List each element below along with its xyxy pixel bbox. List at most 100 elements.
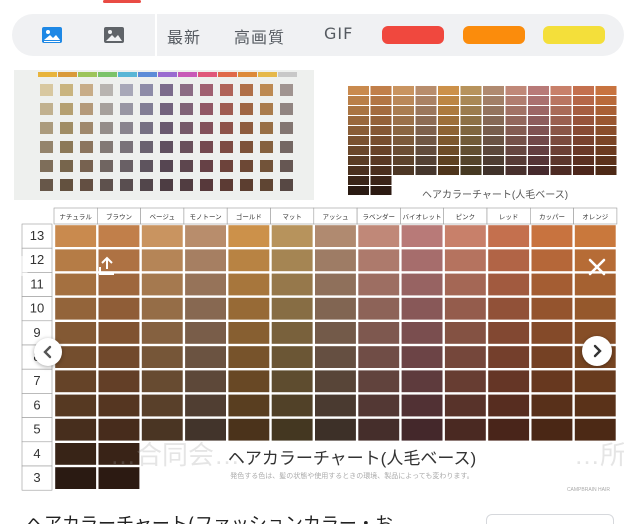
color-filter-red[interactable] bbox=[382, 26, 444, 44]
image-type-all-icon[interactable] bbox=[42, 27, 62, 43]
thumbnail-swatch bbox=[260, 160, 273, 172]
thumbnail-swatch bbox=[180, 179, 193, 191]
color-swatch-cell bbox=[531, 249, 573, 272]
thumbnail-swatch bbox=[120, 84, 133, 96]
thumbnail-swatch bbox=[80, 84, 93, 96]
thumbnail-swatch bbox=[258, 72, 277, 77]
thumbnail-swatch bbox=[120, 122, 133, 134]
row-header-label: 13 bbox=[30, 228, 44, 243]
color-swatch-cell bbox=[574, 370, 616, 393]
thumbnail-swatch bbox=[460, 166, 482, 175]
row-header-label: 4 bbox=[33, 446, 40, 461]
thumbnail-swatch bbox=[260, 84, 273, 96]
color-swatch-cell bbox=[315, 225, 356, 247]
color-swatch-cell bbox=[228, 370, 270, 393]
share-button[interactable] bbox=[92, 252, 122, 280]
thumbnail-swatch bbox=[595, 166, 617, 175]
thumbnail-swatch bbox=[460, 96, 482, 105]
thumbnail-swatch bbox=[505, 96, 527, 105]
thumbnail-swatch bbox=[120, 160, 133, 172]
color-swatch-cell bbox=[55, 273, 97, 296]
thumbnail-swatch bbox=[160, 84, 173, 96]
image-type-photo-icon[interactable] bbox=[104, 27, 124, 43]
color-filter-yellow[interactable] bbox=[543, 26, 605, 44]
visit-site-button[interactable] bbox=[486, 514, 614, 524]
thumbnail-swatch bbox=[550, 96, 572, 105]
thumbnail-swatch bbox=[573, 106, 594, 115]
thumbnail-swatch bbox=[415, 126, 437, 135]
thumbnail-swatch bbox=[348, 176, 369, 185]
color-swatch-cell bbox=[141, 370, 183, 393]
previous-image-button[interactable] bbox=[34, 338, 62, 366]
color-swatch-cell bbox=[444, 418, 486, 441]
color-swatch-cell bbox=[228, 273, 270, 296]
thumbnail-swatch bbox=[60, 141, 73, 153]
filter-gif[interactable]: GIF bbox=[324, 24, 353, 43]
thumbnail-swatch bbox=[595, 136, 617, 145]
thumbnail-swatch bbox=[138, 72, 157, 77]
thumbnail-swatch bbox=[370, 176, 392, 185]
color-swatch-cell bbox=[98, 297, 140, 320]
thumbnail-swatch bbox=[178, 72, 197, 77]
thumbnail-swatch bbox=[483, 106, 504, 115]
color-swatch-cell bbox=[401, 273, 443, 296]
thumbnail-swatch bbox=[460, 136, 482, 145]
thumbnail-swatch bbox=[370, 106, 392, 115]
result-thumbnail[interactable]: ヘアカラーチャート(人毛ベース) bbox=[326, 72, 626, 200]
thumbnail-swatch bbox=[78, 72, 97, 77]
color-swatch-cell bbox=[358, 273, 400, 296]
filter-latest[interactable]: 最新 bbox=[167, 24, 201, 48]
row-header-label: 12 bbox=[30, 252, 44, 267]
color-swatch-cell bbox=[444, 370, 486, 393]
color-swatch-cell bbox=[185, 370, 226, 393]
image-viewer: ナチュラル ブラウン ベージュ モノトーン ゴールド マット アッシュ ラベンダー バイオレット… bbox=[14, 202, 624, 494]
color-swatch-cell bbox=[141, 346, 183, 368]
color-swatch-cell bbox=[315, 297, 356, 320]
thumbnail-swatch bbox=[40, 179, 53, 191]
thumbnail-swatch bbox=[505, 136, 527, 145]
thumbnail-swatch bbox=[220, 122, 233, 134]
thumbnail-swatch bbox=[120, 141, 133, 153]
color-swatch-cell bbox=[358, 418, 400, 441]
results-row: ヘアカラーチャート(人毛ベース) bbox=[0, 64, 638, 200]
thumbnail-swatch bbox=[200, 141, 213, 153]
thumbnail-swatch bbox=[220, 160, 233, 172]
color-swatch-cell bbox=[55, 467, 97, 489]
thumbnail-swatch bbox=[160, 122, 173, 134]
row-header-label: 6 bbox=[33, 397, 40, 412]
thumbnail-swatch bbox=[200, 103, 213, 115]
color-swatch-cell bbox=[55, 249, 97, 272]
color-swatch-cell bbox=[55, 297, 97, 320]
thumbnail-swatch bbox=[573, 96, 594, 105]
thumbnail-swatch bbox=[198, 72, 217, 77]
color-swatch-cell bbox=[315, 346, 356, 368]
thumbnail-swatch bbox=[348, 166, 369, 175]
thumbnail-swatch bbox=[528, 126, 549, 135]
color-swatch-cell bbox=[488, 346, 530, 368]
thumbnail-swatch bbox=[40, 84, 53, 96]
hair-chart-thumbnail: ヘアカラーチャート(人毛ベース) bbox=[348, 86, 617, 200]
color-swatch-cell bbox=[488, 249, 530, 272]
thumbnail-swatch bbox=[460, 126, 482, 135]
image-search-page: 最新 高画質 GIF ヘアカラーチャート(人毛ベース) ナチュラル ブラウン ベージ… bbox=[0, 0, 638, 524]
thumbnail-swatch bbox=[483, 86, 504, 95]
color-filter-orange[interactable] bbox=[463, 26, 525, 44]
thumbnail-swatch bbox=[200, 179, 213, 191]
thumbnail-swatch bbox=[595, 146, 617, 155]
filter-high-quality[interactable]: 高画質 bbox=[234, 24, 285, 48]
result-thumbnail[interactable] bbox=[14, 70, 314, 200]
thumbnail-swatch bbox=[200, 122, 213, 134]
result-caption[interactable]: ヘアカラーチャート(ファッションカラー・お bbox=[26, 510, 393, 524]
thumbnail-swatch bbox=[528, 106, 549, 115]
thumbnail-swatch bbox=[140, 103, 153, 115]
color-swatch-cell bbox=[401, 418, 443, 441]
color-swatch-cell bbox=[488, 225, 530, 247]
color-swatch-cell bbox=[531, 322, 573, 344]
thumbnail-swatch bbox=[483, 136, 504, 145]
row-header-label: 11 bbox=[30, 276, 44, 291]
result-caption-row: ヘアカラーチャート(ファッションカラー・お bbox=[0, 506, 638, 524]
color-swatch-cell bbox=[444, 249, 486, 272]
next-image-button[interactable] bbox=[582, 336, 612, 366]
close-button[interactable] bbox=[582, 252, 612, 282]
thumbnail-swatch bbox=[573, 136, 594, 145]
